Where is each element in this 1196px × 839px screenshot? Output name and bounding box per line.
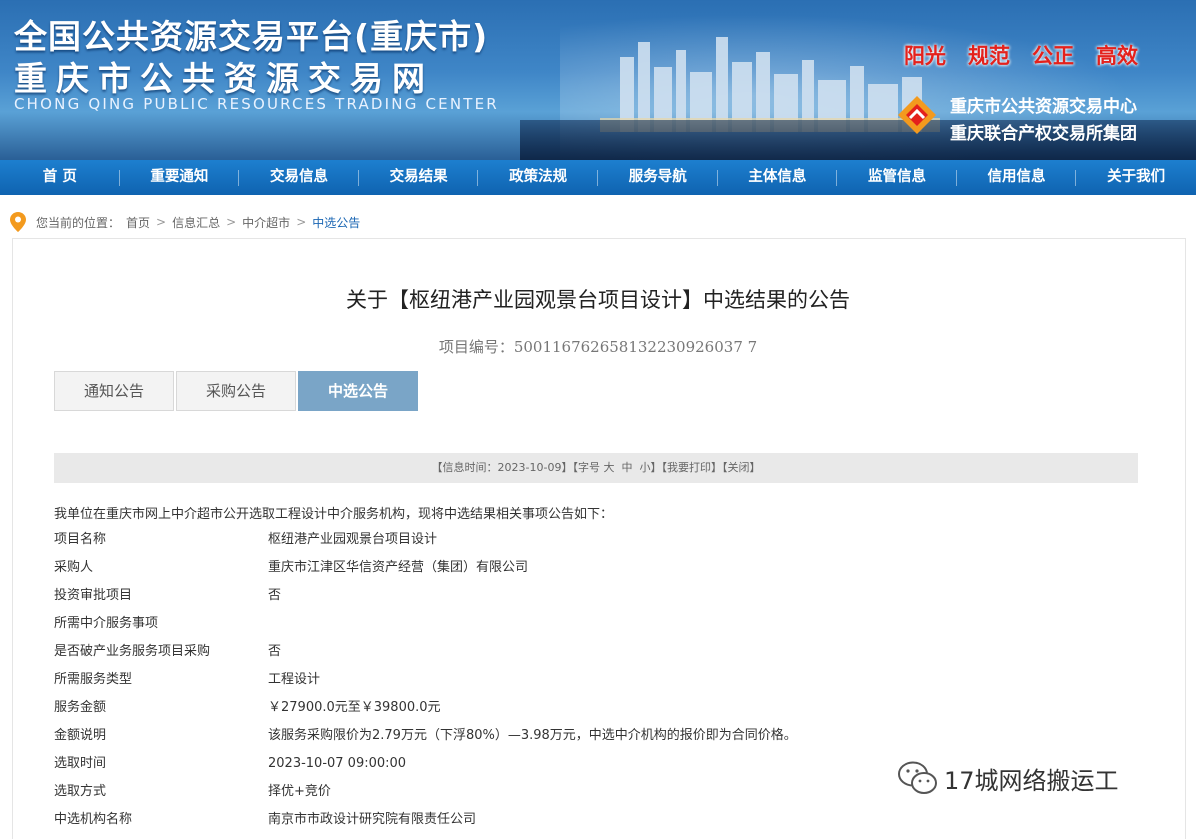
slogan-4: 高效 <box>1096 44 1138 68</box>
location-pin-icon <box>10 212 26 232</box>
nav-item-credit[interactable]: 信用信息 <box>957 160 1077 195</box>
field-key: 投资审批项目 <box>54 588 133 603</box>
nav-item-entity-info[interactable]: 主体信息 <box>718 160 838 195</box>
field-value: ￥27900.0元至￥39800.0元 <box>268 700 441 715</box>
field-key: 采购人 <box>54 560 94 575</box>
field-value: 南京市市政设计研究院有限责任公司 <box>268 812 477 827</box>
info-time: 【信息时间：2023-10-09】 <box>431 461 573 474</box>
nav-item-about[interactable]: 关于我们 <box>1076 160 1196 195</box>
nav-item-service-guide[interactable]: 服务导航 <box>598 160 718 195</box>
wechat-icon <box>898 761 937 794</box>
field-row: 选取时间 2023-10-07 09:00:00 <box>54 750 797 778</box>
main-nav: 首 页 重要通知 交易信息 交易结果 政策法规 服务导航 主体信息 监管信息 信… <box>0 160 1196 195</box>
watermark-text: 17城网络搬运工 <box>944 766 1119 795</box>
tab-procurement[interactable]: 采购公告 <box>176 371 296 411</box>
breadcrumb-separator: > <box>296 215 307 229</box>
site-title-line2: 重庆市公共资源交易网 <box>14 59 434 98</box>
nav-item-home[interactable]: 首 页 <box>0 160 120 195</box>
field-value: 否 <box>268 588 282 603</box>
site-title-english: CHONG QING PUBLIC RESOURCES TRADING CENT… <box>14 95 499 113</box>
tab-selection-result[interactable]: 中选公告 <box>298 371 418 411</box>
field-value: 枢纽港产业园观景台项目设计 <box>268 532 438 547</box>
field-value: 2023-10-07 09:00:00 <box>268 756 407 771</box>
breadcrumb: 您当前的位置： 首页 > 信息汇总 > 中介超市 > 中选公告 <box>10 211 360 233</box>
notice-fields: 项目名称 枢纽港产业园观景台项目设计 采购人 重庆市江津区华信资产经营（集团）有限公… <box>54 526 797 834</box>
breadcrumb-agency-market[interactable]: 中介超市 <box>242 214 290 231</box>
field-key: 中选机构名称 <box>54 812 133 827</box>
close-button[interactable]: 【关闭】 <box>722 461 761 474</box>
breadcrumb-info-summary[interactable]: 信息汇总 <box>172 214 220 231</box>
field-value: 该服务采购限价为2.79万元（下浮80%）—3.98万元，中选中介机构的报价即为… <box>268 728 797 743</box>
nav-item-trade-results[interactable]: 交易结果 <box>359 160 479 195</box>
center-logo-icon <box>898 96 936 134</box>
breadcrumb-label: 您当前的位置： <box>36 215 121 230</box>
watermark: 17城网络搬运工 <box>896 758 1119 798</box>
field-key: 金额说明 <box>54 728 107 743</box>
header-banner: 全国公共资源交易平台(重庆市) 重庆市公共资源交易网 CHONG QING PU… <box>0 0 1196 160</box>
org-name-2: 重庆联合产权交易所集团 <box>950 124 1137 144</box>
info-toolbar: 【信息时间：2023-10-09】【字号 大 中 小】【我要打印】【关闭】 <box>54 453 1138 483</box>
field-key: 服务金额 <box>54 700 107 715</box>
slogan-2: 规范 <box>968 44 1010 68</box>
project-number: 项目编号：500116762658132230926037 7 <box>438 338 758 356</box>
notice-tabs: 通知公告 采购公告 中选公告 <box>54 371 420 411</box>
slogans: 阳光 规范 公正 高效 <box>904 40 1138 70</box>
print-button[interactable]: 【我要打印】 <box>661 461 722 474</box>
breadcrumb-current[interactable]: 中选公告 <box>312 214 360 231</box>
font-size-suffix: 】 <box>650 461 662 474</box>
field-value: 重庆市江津区华信资产经营（集团）有限公司 <box>268 560 529 575</box>
slogan-3: 公正 <box>1032 44 1074 68</box>
field-row: 中选机构名称 南京市市政设计研究院有限责任公司 <box>54 806 797 834</box>
tab-notification[interactable]: 通知公告 <box>54 371 174 411</box>
org-name-1: 重庆市公共资源交易中心 <box>950 97 1137 117</box>
nav-item-supervision[interactable]: 监管信息 <box>837 160 957 195</box>
field-key: 选取时间 <box>54 756 107 771</box>
field-key: 项目名称 <box>54 532 107 547</box>
field-row: 服务金额 ￥27900.0元至￥39800.0元 <box>54 694 797 722</box>
site-title-line1: 全国公共资源交易平台(重庆市) <box>14 17 489 56</box>
field-row: 投资审批项目 否 <box>54 582 797 610</box>
field-row: 采购人 重庆市江津区华信资产经营（集团）有限公司 <box>54 554 797 582</box>
field-value: 否 <box>268 644 282 659</box>
font-size-label: 【字号 <box>572 461 604 474</box>
field-row: 是否破产业务服务项目采购 否 <box>54 638 797 666</box>
field-row: 所需中介服务事项 <box>54 610 797 638</box>
field-row: 选取方式 择优+竞价 <box>54 778 797 806</box>
city-skyline-image <box>600 37 940 132</box>
breadcrumb-separator: > <box>156 215 167 229</box>
notice-title: 关于【枢纽港产业园观景台项目设计】中选结果的公告 <box>346 288 850 312</box>
notice-intro: 我单位在重庆市网上中介超市公开选取工程设计中介服务机构，现将中选结果相关事项公告… <box>54 507 614 522</box>
field-row: 金额说明 该服务采购限价为2.79万元（下浮80%）—3.98万元，中选中介机构的… <box>54 722 797 750</box>
field-key: 所需服务类型 <box>54 672 133 687</box>
nav-item-notices[interactable]: 重要通知 <box>120 160 240 195</box>
font-small-button[interactable]: 小 <box>639 461 650 474</box>
field-value: 工程设计 <box>268 672 321 687</box>
field-row: 所需服务类型 工程设计 <box>54 666 797 694</box>
font-medium-button[interactable]: 中 <box>621 461 632 474</box>
breadcrumb-separator: > <box>226 215 237 229</box>
field-key: 是否破产业务服务项目采购 <box>54 644 211 659</box>
breadcrumb-home[interactable]: 首页 <box>126 214 150 231</box>
field-key: 选取方式 <box>54 784 107 799</box>
field-row: 项目名称 枢纽港产业园观景台项目设计 <box>54 526 797 554</box>
field-value: 择优+竞价 <box>268 784 331 799</box>
nav-item-trade-info[interactable]: 交易信息 <box>239 160 359 195</box>
field-key: 所需中介服务事项 <box>54 616 159 631</box>
nav-item-policies[interactable]: 政策法规 <box>478 160 598 195</box>
slogan-1: 阳光 <box>904 44 946 68</box>
font-large-button[interactable]: 大 <box>603 461 614 474</box>
